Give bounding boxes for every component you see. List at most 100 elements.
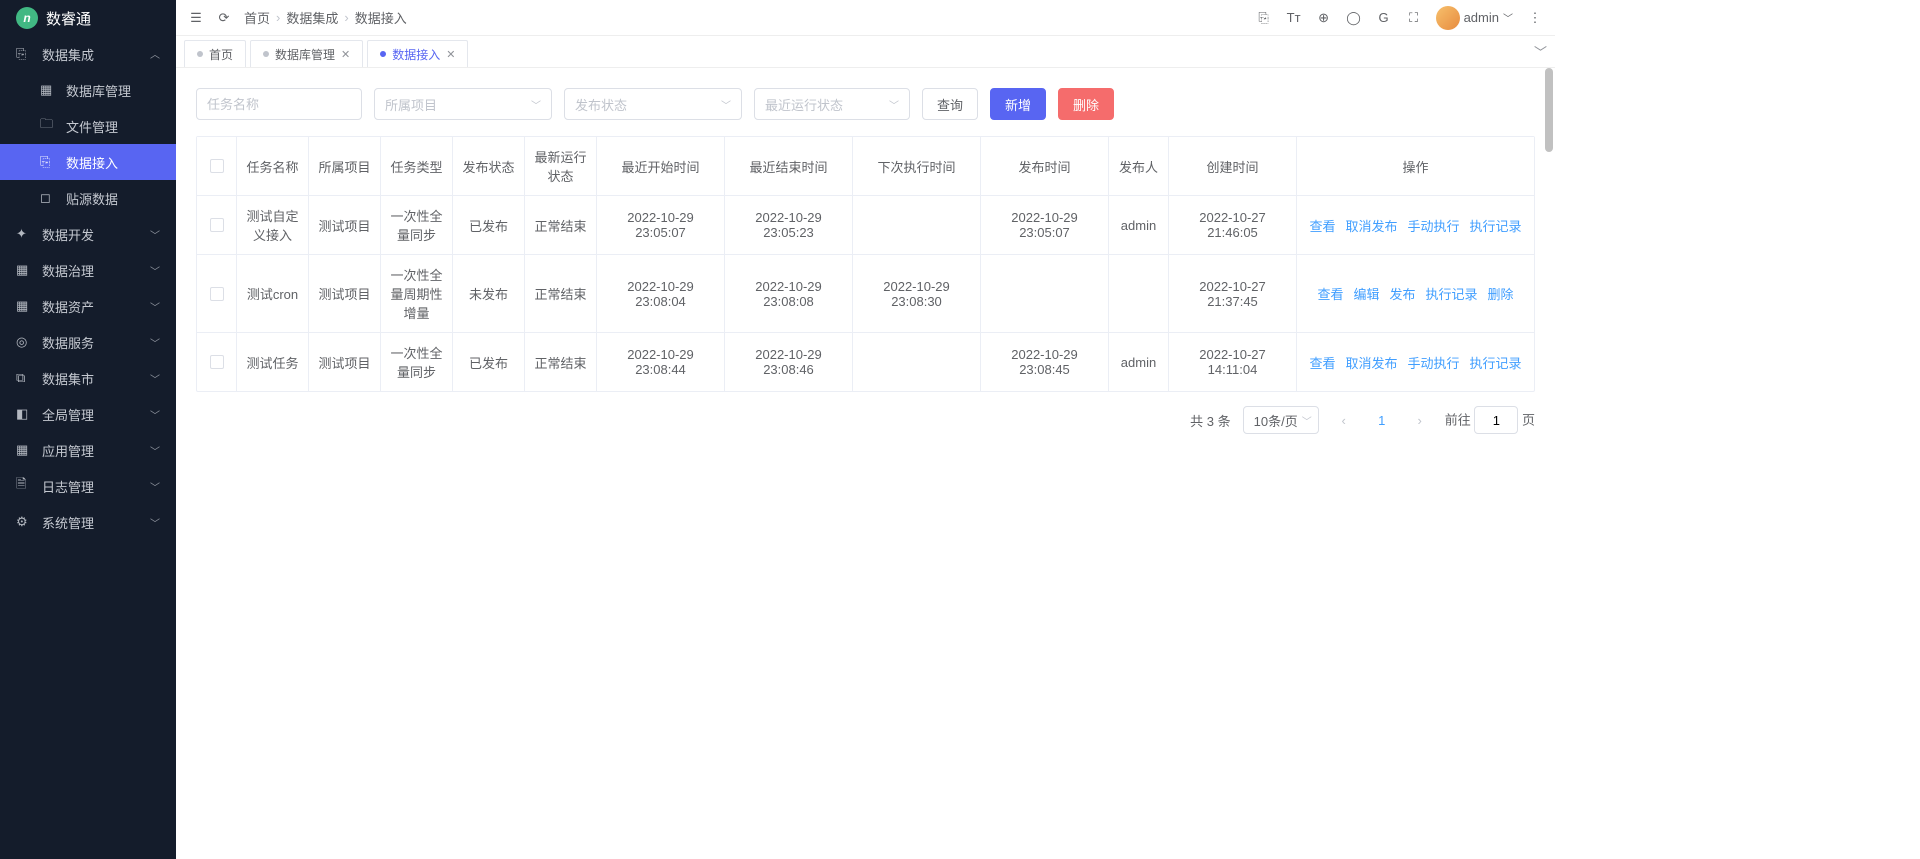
sidebar-item[interactable]: ◧全局管理﹀ (0, 396, 176, 432)
fullscreen-icon[interactable]: ⛶ (1406, 10, 1422, 26)
goto-page-input[interactable] (1474, 406, 1518, 434)
page-content: 所属项目﹀ 发布状态﹀ 最近运行状态﹀ 查询 新增 删除 任务名称 所属项目 (176, 68, 1555, 859)
row-action[interactable]: 执行记录 (1426, 284, 1478, 303)
task-name-input[interactable] (196, 88, 362, 120)
sidebar-item[interactable]: ▦数据资产﹀ (0, 288, 176, 324)
row-action[interactable]: 手动执行 (1408, 353, 1460, 372)
avatar (1436, 6, 1460, 30)
row-action[interactable]: 取消发布 (1345, 216, 1397, 235)
sidebar-item-label: 数据治理 (42, 261, 94, 280)
sidebar-item[interactable]: ▦应用管理﹀ (0, 432, 176, 468)
logo-icon: n (16, 7, 38, 29)
breadcrumb: 首页›数据集成›数据接入 (244, 8, 407, 27)
cell-start: 2022-10-29 23:08:04 (597, 255, 725, 332)
code-icon[interactable]: ⎘ (1256, 10, 1272, 26)
prev-page-button[interactable]: ‹ (1331, 407, 1357, 433)
cell-ops: 查看编辑发布执行记录删除 (1297, 255, 1534, 332)
row-action[interactable]: 发布 (1389, 284, 1415, 303)
pagination: 共 3 条 10条/页﹀ ‹ 1 › 前往 页 (196, 406, 1535, 434)
sidebar: n 数睿通 ⎘数据集成﹀▦数据库管理🗀文件管理⎘数据接入◻贴源数据✦数据开发﹀ ▦… (0, 0, 176, 859)
col-end: 最近结束时间 (725, 137, 853, 195)
row-action[interactable]: 查看 (1309, 216, 1335, 235)
row-checkbox[interactable] (210, 287, 224, 301)
globe-icon[interactable]: ⊕ (1316, 10, 1332, 26)
menu-icon: ▦ (16, 262, 32, 278)
sidebar-subitem[interactable]: ⎘数据接入 (0, 144, 176, 180)
tab[interactable]: 数据库管理 ✕ (250, 40, 363, 67)
sidebar-item[interactable]: ⎘数据集成﹀ (0, 36, 176, 72)
row-action[interactable]: 编辑 (1353, 284, 1379, 303)
page-number[interactable]: 1 (1369, 407, 1395, 433)
tab[interactable]: 首页 (184, 40, 246, 67)
refresh-icon[interactable]: ⟳ (216, 10, 232, 26)
sidebar-subitem[interactable]: ◻贴源数据 (0, 180, 176, 216)
user-menu[interactable]: admin ﹀ (1436, 6, 1513, 30)
sidebar-item[interactable]: 🗎日志管理﹀ (0, 468, 176, 504)
sidebar-item-label: 数据接入 (66, 153, 118, 172)
sidebar-item-label: 数据服务 (42, 333, 94, 352)
font-size-icon[interactable]: Tᴛ (1286, 10, 1302, 26)
tab-label: 数据库管理 (275, 46, 335, 63)
cell-pub-time: 2022-10-29 23:08:45 (981, 333, 1109, 391)
close-icon[interactable]: ✕ (446, 48, 455, 61)
add-button[interactable]: 新增 (990, 88, 1046, 120)
col-pub-time: 发布时间 (981, 137, 1109, 195)
chevron-down-icon: ﹀ (721, 97, 731, 112)
select-all-checkbox[interactable] (210, 159, 224, 173)
close-icon[interactable]: ✕ (341, 48, 350, 61)
row-action[interactable]: 查看 (1309, 353, 1335, 372)
next-page-button[interactable]: › (1407, 407, 1433, 433)
chevron-down-icon: ﹀ (889, 97, 899, 112)
tabs-dropdown-icon[interactable]: ﹀ (1534, 42, 1547, 61)
row-action[interactable]: 手动执行 (1408, 216, 1460, 235)
col-ops: 操作 (1297, 137, 1534, 195)
menu-icon: 🗎 (16, 475, 32, 497)
sidebar-item[interactable]: ✦数据开发﹀ (0, 216, 176, 252)
sidebar-item[interactable]: ⧉数据集市﹀ (0, 360, 176, 396)
row-action[interactable]: 执行记录 (1470, 353, 1522, 372)
sidebar-item-label: 数据开发 (42, 225, 94, 244)
row-action[interactable]: 取消发布 (1345, 353, 1397, 372)
table-row: 测试自定义接入测试项目一次性全量同步已发布正常结束2022-10-29 23:0… (197, 196, 1534, 255)
row-checkbox[interactable] (210, 355, 224, 369)
tab-dot-icon (197, 51, 203, 57)
menu-icon: ▦ (16, 442, 32, 458)
collapse-icon[interactable]: ☰ (188, 10, 204, 26)
chevron-down-icon: ﹀ (150, 47, 160, 62)
sidebar-subitem[interactable]: ▦数据库管理 (0, 72, 176, 108)
query-button[interactable]: 查询 (922, 88, 978, 120)
sidebar-subitem[interactable]: 🗀文件管理 (0, 108, 176, 144)
row-action[interactable]: 查看 (1317, 284, 1343, 303)
pagination-total: 共 3 条 (1190, 411, 1231, 430)
row-action[interactable]: 删除 (1488, 284, 1514, 303)
cell-ops: 查看取消发布手动执行执行记录 (1297, 196, 1534, 254)
scrollbar-thumb[interactable] (1545, 68, 1553, 152)
task-table: 任务名称 所属项目 任务类型 发布状态 最新运行状态 最近开始时间 最近结束时间… (196, 136, 1535, 392)
logo[interactable]: n 数睿通 (0, 0, 176, 36)
gitee-icon[interactable]: G (1376, 10, 1392, 26)
menu-icon: ⚙ (16, 514, 32, 530)
breadcrumb-item[interactable]: 数据集成 (286, 8, 338, 27)
row-action[interactable]: 执行记录 (1470, 216, 1522, 235)
sidebar-item[interactable]: ◎数据服务﹀ (0, 324, 176, 360)
more-icon[interactable]: ⋮ (1527, 10, 1543, 26)
chevron-down-icon: ﹀ (150, 371, 160, 386)
tab[interactable]: 数据接入 ✕ (367, 40, 468, 67)
tab-label: 首页 (209, 46, 233, 63)
cell-ops: 查看取消发布手动执行执行记录 (1297, 333, 1534, 391)
topbar: ☰ ⟳ 首页›数据集成›数据接入 ⎘ Tᴛ ⊕ ◯ G ⛶ admin ﹀ ⋮ (176, 0, 1555, 36)
sidebar-item[interactable]: ▦数据治理﹀ (0, 252, 176, 288)
cell-create-time: 2022-10-27 21:46:05 (1169, 196, 1297, 254)
run-status-select[interactable]: 最近运行状态﹀ (754, 88, 910, 120)
cell-project: 测试项目 (309, 333, 381, 391)
breadcrumb-item[interactable]: 首页 (244, 8, 270, 27)
row-checkbox[interactable] (210, 218, 224, 232)
col-pub-status: 发布状态 (453, 137, 525, 195)
page-size-select[interactable]: 10条/页﹀ (1243, 406, 1319, 434)
project-select[interactable]: 所属项目﹀ (374, 88, 552, 120)
github-icon[interactable]: ◯ (1346, 10, 1362, 26)
sidebar-item[interactable]: ⚙系统管理﹀ (0, 504, 176, 540)
tab-label: 数据接入 (392, 46, 440, 63)
publish-status-select[interactable]: 发布状态﹀ (564, 88, 742, 120)
delete-button[interactable]: 删除 (1058, 88, 1114, 120)
